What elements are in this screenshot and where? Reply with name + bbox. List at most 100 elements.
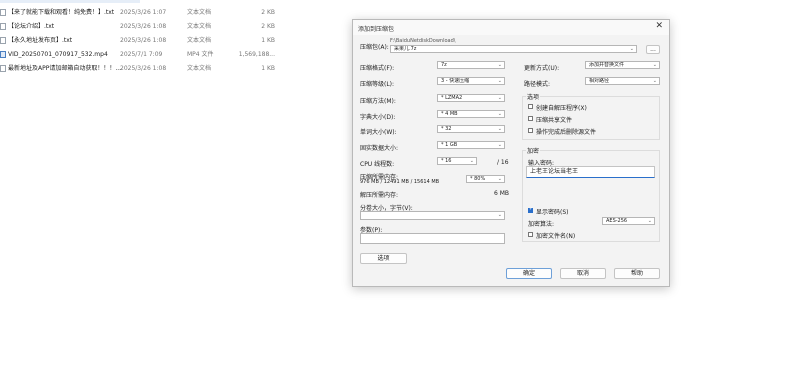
file-date: 2025/3/26 1:07: [120, 9, 167, 16]
dialog-title: 添加到压缩包: [358, 26, 395, 33]
encrypt-names-checkbox[interactable]: [528, 232, 533, 237]
update-mode-select[interactable]: 添加并替换文件 ⌄: [585, 61, 660, 69]
file-name: VID_20250701_070917_532.mp4: [8, 51, 108, 58]
method-label: 压缩方法(M):: [360, 98, 396, 105]
sfx-checkbox[interactable]: [528, 104, 533, 109]
file-name: 【永久地址发布页】.txt: [8, 37, 73, 44]
format-label: 压缩格式(F):: [360, 65, 395, 72]
dictionary-select[interactable]: * 4 MB ⌄: [437, 110, 505, 118]
file-row[interactable]: VID_20250701_070917_532.mp4 2025/7/1 7:0…: [0, 49, 290, 60]
file-size: 2 KB: [261, 23, 275, 30]
word-size-value: * 32: [441, 126, 452, 132]
file-type: 文本文档: [187, 37, 212, 44]
chevron-down-icon: ⌄: [652, 78, 657, 84]
file-size: 1 KB: [261, 65, 275, 72]
update-mode-label: 更新方式(U):: [524, 65, 560, 72]
solid-size-value: * 1 GB: [441, 142, 458, 148]
cpu-threads-select[interactable]: * 16 ⌄: [437, 157, 477, 165]
close-icon[interactable]: ✕: [655, 21, 663, 31]
path-mode-value: 相对路径: [589, 78, 610, 84]
update-mode-value: 添加并替换文件: [589, 62, 625, 68]
text-file-icon: [0, 37, 6, 44]
archive-path: F:\BaiduNetdiskDownload\: [390, 38, 456, 44]
delete-after-checkbox[interactable]: [528, 128, 533, 133]
encrypt-names-label: 加密文件名(N): [536, 233, 576, 240]
encryption-group-title: 加密: [526, 146, 541, 155]
path-mode-select[interactable]: 相对路径 ⌄: [585, 77, 660, 85]
chevron-down-icon: ⌄: [497, 176, 502, 182]
chevron-down-icon: ⌄: [497, 78, 502, 84]
solid-size-select[interactable]: * 1 GB ⌄: [437, 141, 505, 149]
split-volume-select[interactable]: ⌄: [360, 211, 505, 220]
file-row[interactable]: 【来了就能下载和观看！纯免费！】.txt 2025/3/26 1:07 文本文档…: [0, 7, 290, 18]
ok-button[interactable]: 确定: [506, 268, 552, 279]
cpu-threads-total: / 16: [497, 159, 509, 166]
password-input[interactable]: 上老王论坛当老王: [526, 166, 655, 178]
chevron-down-icon: ⌄: [497, 212, 502, 218]
options-button[interactable]: 选项: [360, 253, 407, 264]
dialog-titlebar: 添加到压缩包 ✕: [353, 20, 669, 35]
file-type: 文本文档: [187, 9, 212, 16]
file-type: 文本文档: [187, 23, 212, 30]
selected-row-highlight: [0, 0, 140, 3]
level-select[interactable]: 3 - 快速压缩 ⌄: [437, 77, 505, 85]
text-file-icon: [0, 9, 6, 16]
parameters-input[interactable]: [360, 233, 505, 244]
encryption-method-value: AES-256: [606, 218, 628, 224]
chevron-down-icon: ⌄: [652, 62, 657, 68]
delete-after-label: 操作完成后删除源文件: [536, 129, 597, 136]
method-select[interactable]: * LZMA2 ⌄: [437, 94, 505, 102]
show-password-checkbox[interactable]: [528, 206, 533, 213]
file-row[interactable]: 最新地址及APP请加邮箱自动获取！！！... 2025/3/26 1:08 文本…: [0, 63, 290, 74]
path-mode-label: 路径模式:: [524, 81, 551, 88]
video-file-icon: [0, 51, 6, 58]
chevron-down-icon: ⌄: [647, 218, 652, 224]
memory-usage-value: * 80%: [470, 176, 486, 182]
file-row[interactable]: 【永久地址发布页】.txt 2025/3/26 1:08 文本文档 1 KB: [0, 35, 290, 46]
chevron-down-icon: ⌄: [469, 158, 474, 164]
file-row[interactable]: 【论坛介绍】.txt 2025/3/26 1:08 文本文档 2 KB: [0, 21, 290, 32]
method-value: * LZMA2: [441, 95, 463, 101]
cancel-button[interactable]: 取消: [560, 268, 606, 279]
file-size: 1 KB: [261, 37, 275, 44]
format-select[interactable]: 7z ⌄: [437, 61, 505, 69]
help-button[interactable]: 帮助: [614, 268, 660, 279]
file-type: MP4 文件: [187, 51, 214, 58]
show-password-label: 显示密码(S): [536, 209, 569, 216]
archive-name-combo[interactable]: 采果儿.7z ⌄: [390, 45, 637, 53]
text-file-icon: [0, 65, 6, 72]
file-size: 1,569,188...: [238, 51, 275, 58]
file-name: 【来了就能下载和观看！纯免费！】.txt: [8, 9, 115, 16]
file-name: 【论坛介绍】.txt: [8, 23, 55, 30]
decompress-memory-label: 解压所需内存:: [360, 192, 399, 199]
chevron-down-icon: ⌄: [497, 126, 502, 132]
dictionary-label: 字典大小(D):: [360, 114, 396, 121]
file-date: 2025/3/26 1:08: [120, 65, 167, 72]
word-size-label: 单词大小(W):: [360, 129, 397, 136]
file-type: 文本文档: [187, 65, 212, 72]
decompress-memory-value: 6 MB: [494, 190, 510, 197]
file-date: 2025/3/26 1:08: [120, 23, 167, 30]
encryption-method-label: 加密算法:: [528, 221, 555, 228]
browse-button[interactable]: ...: [646, 45, 660, 54]
encryption-method-select[interactable]: AES-256 ⌄: [602, 217, 655, 225]
shared-files-checkbox[interactable]: [528, 116, 533, 121]
chevron-down-icon: ⌄: [497, 142, 502, 148]
file-size: 2 KB: [261, 9, 275, 16]
file-date: 2025/7/1 7:09: [120, 51, 163, 58]
solid-size-label: 固实数据大小:: [360, 145, 399, 152]
sfx-label: 创建自解压程序(X): [536, 105, 587, 112]
dictionary-value: * 4 MB: [441, 111, 458, 117]
file-date: 2025/3/26 1:08: [120, 37, 167, 44]
archive-name-value: 采果儿.7z: [394, 46, 417, 52]
shared-files-label: 压缩共享文件: [536, 117, 573, 124]
chevron-down-icon: ⌄: [497, 95, 502, 101]
options-group-title: 选项: [526, 92, 541, 101]
cpu-threads-label: CPU 线程数:: [360, 161, 395, 168]
chevron-down-icon: ⌄: [629, 46, 634, 52]
text-file-icon: [0, 23, 6, 30]
level-value: 3 - 快速压缩: [441, 78, 470, 84]
memory-usage-select[interactable]: * 80% ⌄: [466, 175, 505, 183]
word-size-select[interactable]: * 32 ⌄: [437, 125, 505, 133]
memory-detail: 976 MB / 12491 MB / 15614 MB: [360, 179, 440, 185]
